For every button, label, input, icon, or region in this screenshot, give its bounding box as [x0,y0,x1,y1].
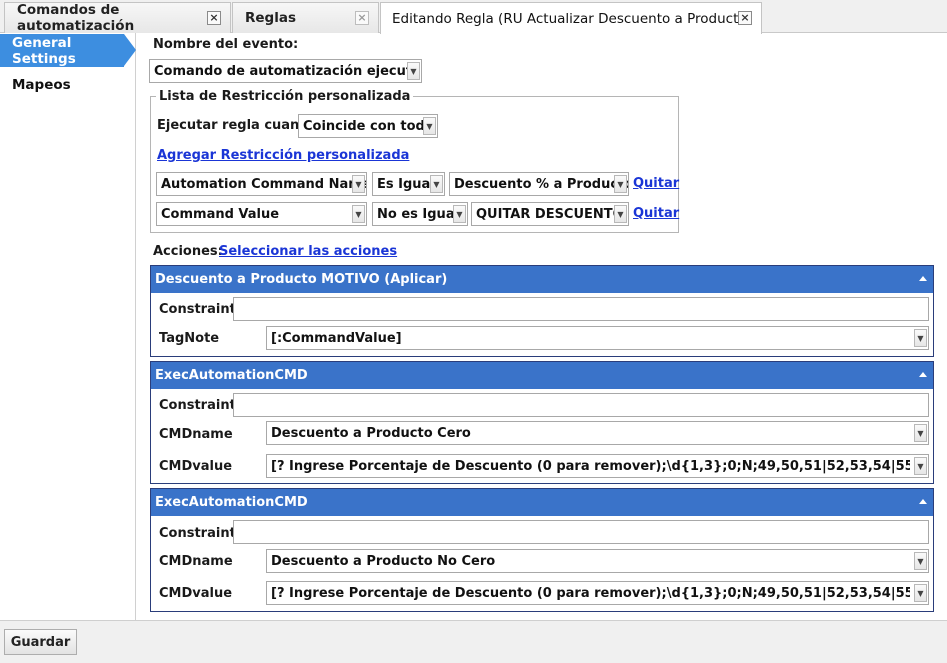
remove-restriction-link[interactable]: Quitar [633,176,679,191]
field-label-cmdvalue: CMDvalue [159,459,233,474]
action-panel: Descuento a Producto MOTIVO (Aplicar) Co… [150,265,934,357]
collapse-icon[interactable] [919,499,927,504]
remove-restriction-link[interactable]: Quitar [633,206,679,221]
constraint-input[interactable] [233,520,929,544]
chevron-down-icon: ▼ [423,117,436,135]
sidebar-item-label: Mapeos [12,76,71,93]
field-label-cmdname: CMDname [159,554,233,569]
restriction-value-text: QUITAR DESCUENTO [476,206,624,222]
cmdvalue-select[interactable]: [? Ingrese Porcentaje de Descuento (0 pa… [266,581,929,605]
chevron-down-icon: ▼ [407,62,420,80]
event-name-select[interactable]: Comando de automatización ejecutado ▼ [149,59,422,83]
sidebar-item-general-settings[interactable]: General Settings [0,34,136,67]
action-panel-header[interactable]: Descuento a Producto MOTIVO (Aplicar) [151,266,933,293]
action-panel-header[interactable]: ExecAutomationCMD [151,489,933,516]
restriction-field-select[interactable]: Automation Command Name ▼ [156,172,367,196]
cmdname-select[interactable]: Descuento a Producto No Cero ▼ [266,549,929,573]
restriction-value-text: Descuento % a Producto [454,176,628,192]
chevron-down-icon: ▼ [352,175,365,193]
cmdname-select[interactable]: Descuento a Producto Cero ▼ [266,421,929,445]
close-icon[interactable]: × [738,11,752,25]
run-rule-select[interactable]: Coincide con todo ▼ [298,114,438,138]
close-icon[interactable]: × [207,11,221,25]
actions-label: Acciones: [153,244,223,259]
constraint-input[interactable] [233,393,929,417]
constraint-input[interactable] [233,297,929,321]
cmdvalue-value: [? Ingrese Porcentaje de Descuento (0 pa… [271,458,910,474]
event-name-label: Nombre del evento: [153,37,299,52]
chevron-down-icon: ▼ [352,205,365,223]
constraint-label: Constraint: [159,526,241,541]
chevron-down-icon: ▼ [914,584,927,602]
chevron-down-icon: ▼ [914,329,927,347]
cmdname-value: Descuento a Producto Cero [271,425,471,441]
event-name-value: Comando de automatización ejecutado [154,63,421,79]
field-label-tagnote: TagNote [159,331,220,346]
chevron-down-icon: ▼ [914,457,927,475]
tab-label: Reglas [245,10,296,26]
tab-bar: Comandos de automatización × Reglas × Ed… [0,0,947,34]
action-panel-title: ExecAutomationCMD [155,368,308,383]
collapse-icon[interactable] [919,372,927,377]
run-rule-value: Coincide con todo [303,118,434,134]
chevron-down-icon: ▼ [614,205,627,223]
run-rule-label: Ejecutar regla cuando [157,118,318,133]
chevron-down-icon: ▼ [614,175,627,193]
custom-restriction-legend: Lista de Restricción personalizada [159,89,411,104]
field-label-cmdname: CMDname [159,427,233,442]
restriction-operator-select[interactable]: Es Igual ▼ [372,172,445,196]
tab-reglas[interactable]: Reglas × [232,2,379,33]
cmdvalue-value: [? Ingrese Porcentaje de Descuento (0 pa… [271,585,910,601]
cmdvalue-select[interactable]: [? Ingrese Porcentaje de Descuento (0 pa… [266,454,929,478]
tagnote-value: [:CommandValue] [271,330,402,346]
sidebar-item-mapeos[interactable]: Mapeos [0,68,136,101]
chevron-down-icon: ▼ [453,205,466,223]
tab-editando-regla[interactable]: Editando Regla (RU Actualizar Descuento … [380,2,762,34]
action-panel: ExecAutomationCMD Constraint: CMDname De… [150,361,934,484]
chevron-down-icon: ▼ [914,424,927,442]
action-panel: ExecAutomationCMD Constraint: CMDname De… [150,488,934,612]
action-panel-title: Descuento a Producto MOTIVO (Aplicar) [155,272,448,287]
restriction-value-select[interactable]: QUITAR DESCUENTO ▼ [471,202,629,226]
sidebar-item-label: General Settings [12,34,76,67]
close-icon[interactable]: × [355,11,369,25]
action-panel-title: ExecAutomationCMD [155,495,308,510]
field-label-cmdvalue: CMDvalue [159,586,233,601]
select-actions-link[interactable]: Seleccionar las acciones [219,244,397,259]
tab-label: Editando Regla (RU Actualizar Descuento … [392,10,752,27]
chevron-down-icon: ▼ [430,175,443,193]
save-button[interactable]: Guardar [4,629,77,655]
sidebar: General Settings Mapeos [0,33,136,620]
restriction-operator-select[interactable]: No es Igual ▼ [372,202,468,226]
restriction-value-select[interactable]: Descuento % a Producto ▼ [449,172,629,196]
collapse-icon[interactable] [919,276,927,281]
tab-label: Comandos de automatización [17,2,135,34]
chevron-down-icon: ▼ [914,552,927,570]
restriction-field-value: Command Value [161,206,280,222]
action-panel-header[interactable]: ExecAutomationCMD [151,362,933,389]
bottom-bar: Guardar [0,620,947,663]
constraint-label: Constraint: [159,398,241,413]
tab-comandos-automatizacion[interactable]: Comandos de automatización × [4,2,231,34]
restriction-field-select[interactable]: Command Value ▼ [156,202,367,226]
constraint-label: Constraint: [159,302,241,317]
add-restriction-link[interactable]: Agregar Restricción personalizada [157,148,409,163]
restriction-field-value: Automation Command Name [161,176,366,192]
tagnote-select[interactable]: [:CommandValue] ▼ [266,326,929,350]
cmdname-value: Descuento a Producto No Cero [271,553,496,569]
